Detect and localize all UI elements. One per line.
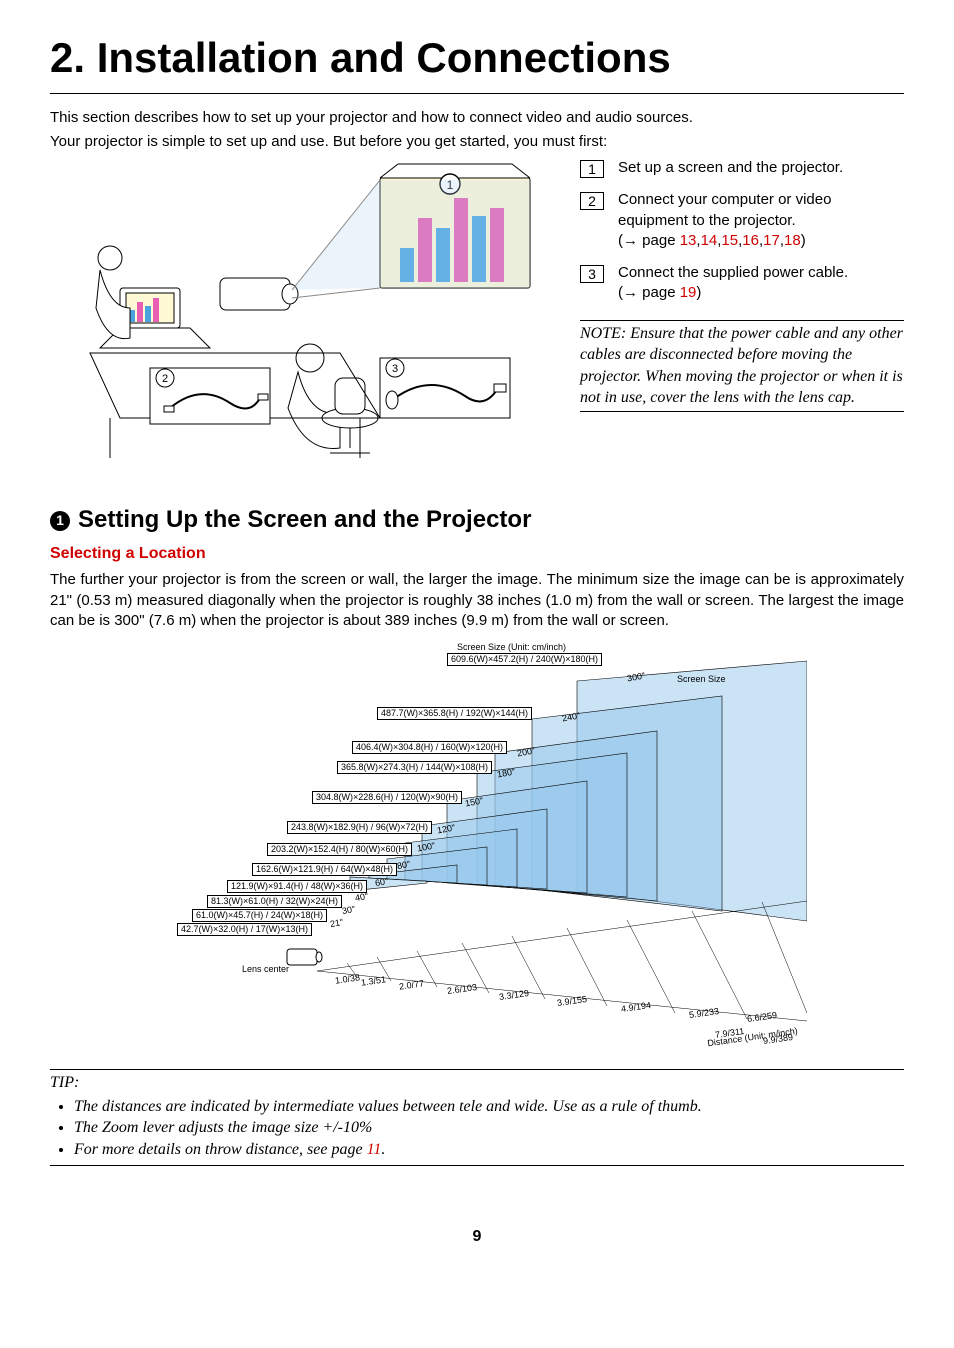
step-number: 2 — [580, 192, 604, 210]
page-link[interactable]: 14 — [701, 232, 718, 249]
step-text: Set up a screen and the projector. — [618, 158, 904, 178]
diagram-title: Screen Size (Unit: cm/inch) — [457, 641, 566, 653]
section-heading: 1 Setting Up the Screen and the Projecto… — [50, 504, 904, 536]
ref-suffix: ) — [696, 284, 701, 301]
diagonal-label: 30" — [341, 903, 356, 917]
size-label: 365.8(W)×274.3(H) / 144(W)×108(H) — [337, 761, 492, 774]
size-label: 487.7(W)×365.8(H) / 192(W)×144(H) — [377, 707, 532, 720]
page-link[interactable]: 16 — [742, 232, 759, 249]
size-label: 304.8(W)×228.6(H) / 120(W)×90(H) — [312, 791, 462, 804]
ref-prefix: (→ page — [618, 284, 680, 301]
body-paragraph: The further your projector is from the s… — [50, 570, 904, 631]
page-link[interactable]: 11 — [367, 1141, 382, 1158]
tip-item: The Zoom lever adjusts the image size +/… — [74, 1117, 904, 1139]
chapter-title: 2. Installation and Connections — [50, 30, 904, 87]
throw-distance-diagram: Screen Size (Unit: cm/inch) Screen Size … — [147, 641, 807, 1061]
step-number: 1 — [580, 160, 604, 178]
section-number-icon: 1 — [50, 511, 70, 531]
section-title: Setting Up the Screen and the Projector — [78, 504, 531, 536]
tip-block: TIP: The distances are indicated by inte… — [50, 1069, 904, 1165]
page-link[interactable]: 19 — [680, 284, 697, 301]
size-label: 162.6(W)×121.9(H) / 64(W)×48(H) — [252, 863, 397, 876]
page-link[interactable]: 13 — [680, 232, 697, 249]
diagonal-label: 40" — [354, 890, 369, 904]
ref-suffix: ) — [801, 232, 806, 249]
size-label: 406.4(W)×304.8(H) / 160(W)×120(H) — [352, 741, 507, 754]
step-body: Connect your computer or video equipment… — [618, 191, 831, 228]
size-label: 42.7(W)×32.0(H) / 17(W)×13(H) — [177, 923, 312, 936]
step-number: 3 — [580, 265, 604, 283]
page-link[interactable]: 17 — [763, 232, 780, 249]
intro-line-2: Your projector is simple to set up and u… — [50, 132, 904, 152]
size-label: 121.9(W)×91.4(H) / 48(W)×36(H) — [227, 880, 367, 893]
step-body: Connect the supplied power cable. — [618, 264, 848, 281]
page-link[interactable]: 18 — [784, 232, 801, 249]
svg-text:3: 3 — [392, 363, 398, 375]
size-label: 203.2(W)×152.4(H) / 80(W)×60(H) — [267, 843, 412, 856]
diagonal-label: 60" — [374, 875, 389, 889]
diagonal-label: 21" — [329, 916, 344, 930]
size-label: 243.8(W)×182.9(H) / 96(W)×72(H) — [287, 821, 432, 834]
lens-center-label: Lens center — [242, 963, 289, 975]
screen-size-label: Screen Size — [677, 673, 726, 685]
svg-text:2: 2 — [162, 373, 168, 385]
setup-steps: 1 Set up a screen and the projector. 2 C… — [580, 158, 904, 304]
ref-prefix: (→ page — [618, 232, 680, 249]
diagonal-label: 80" — [396, 858, 411, 872]
page-number: 9 — [50, 1226, 904, 1248]
intro-line-1: This section describes how to set up you… — [50, 108, 904, 128]
step-text: Connect your computer or video equipment… — [618, 190, 904, 251]
tip-item: The distances are indicated by intermedi… — [74, 1096, 904, 1118]
size-label: 609.6(W)×457.2(H) / 240(W)×180(H) — [447, 653, 602, 666]
size-label: 61.0(W)×45.7(H) / 24(W)×18(H) — [192, 909, 327, 922]
setup-illustration: 1 — [80, 158, 540, 458]
size-label: 81.3(W)×61.0(H) / 32(W)×24(H) — [207, 895, 342, 908]
title-rule — [50, 93, 904, 94]
tip-item: For more details on throw distance, see … — [74, 1139, 904, 1161]
tip-label: TIP: — [50, 1074, 79, 1091]
note-block: NOTE: Ensure that the power cable and an… — [580, 320, 904, 412]
subheading: Selecting a Location — [50, 543, 904, 565]
step-text: Connect the supplied power cable. (→ pag… — [618, 263, 904, 304]
page-link[interactable]: 15 — [721, 232, 738, 249]
